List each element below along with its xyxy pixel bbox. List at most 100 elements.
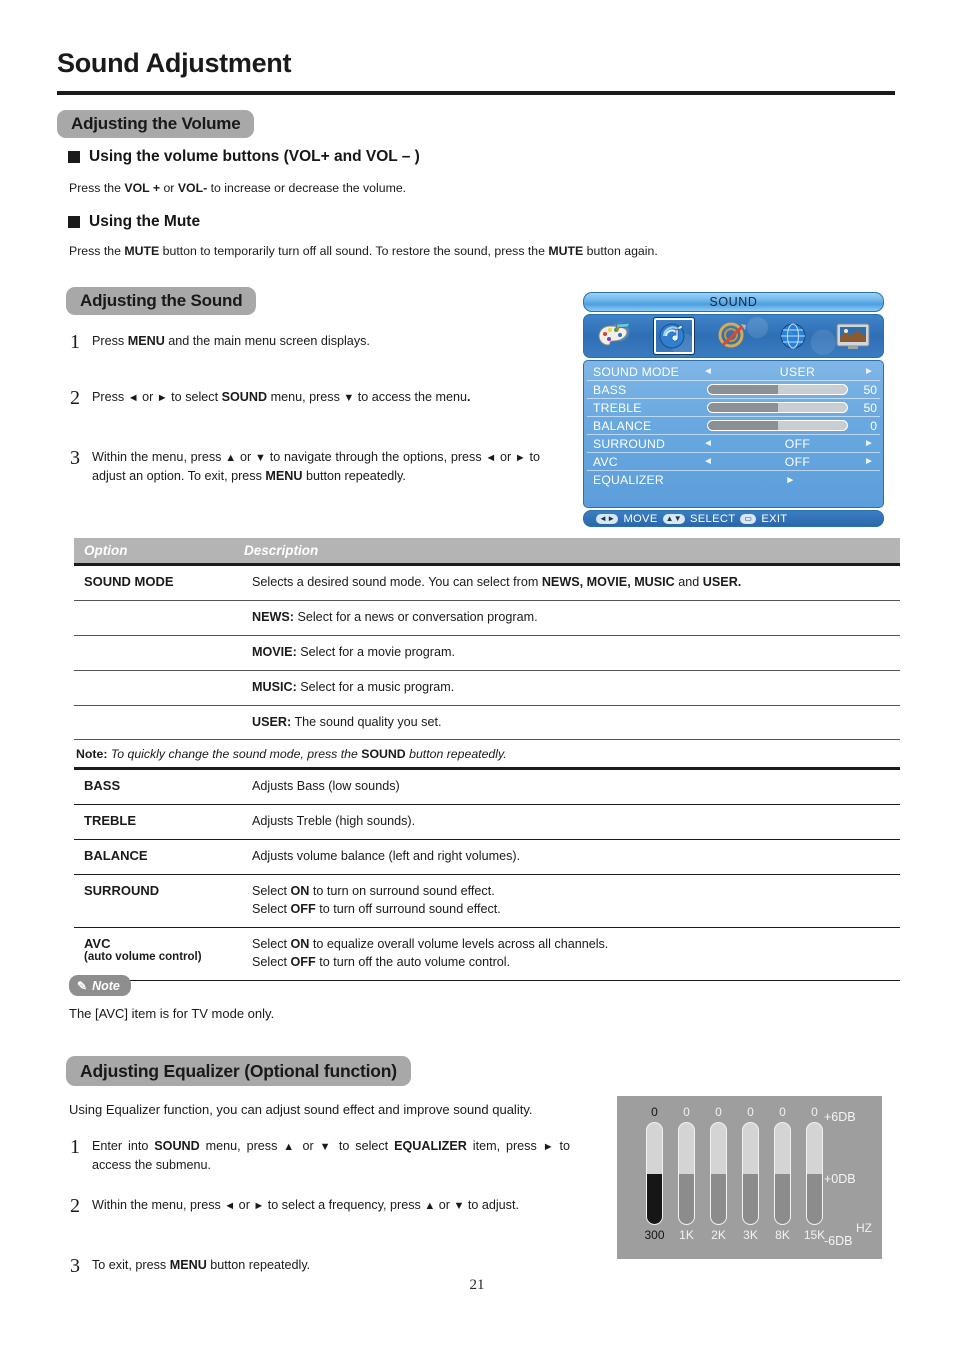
osd-row-value: OFF [784,454,811,469]
text-segment: or [435,1198,454,1212]
text-segment: Press the [69,244,125,258]
square-bullet-icon [68,216,80,228]
description-line: Select OFF to turn off the auto volume c… [252,954,894,972]
table-row: USER: The sound quality you set. [74,706,900,741]
equalizer-band-track[interactable] [646,1122,663,1225]
table-row: MOVIE: Select for a movie program. [74,636,900,671]
osd-row-avc[interactable]: AVC ◄ OFF ► [587,453,880,471]
table-row: TREBLE Adjusts Treble (high sounds). [74,805,900,841]
equalizer-band[interactable]: 0 15K [803,1106,826,1242]
table-cell-option: BASS [84,778,121,794]
text-segment: Within the menu, press [92,1198,225,1212]
equalizer-band-fill [775,1173,790,1224]
arrow-glyph-icon: ► [542,1141,554,1153]
section-header-label: Adjusting Equalizer (Optional function) [80,1060,397,1081]
osd-row-equalizer[interactable]: EQUALIZER ► [587,471,880,489]
equalizer-band-track[interactable] [678,1122,695,1225]
osd-row-label: BASS [593,382,627,397]
equalizer-hz-label: HZ [856,1221,872,1235]
step-item: 3 To exit, press MENU button repeatedly. [70,1256,530,1276]
text-segment: menu, press [267,390,344,404]
osd-slider-track[interactable] [707,402,848,413]
options-table: Option Description SOUND MODE Selects a d… [74,538,900,981]
text-bold: MUTE [124,244,160,258]
equalizer-band[interactable]: 0 8K [773,1106,792,1241]
column-header-option: Option [84,543,128,558]
equalizer-panel: 0 300 0 1K 0 2K 0 3K 0 8K 0 15K +6DB +0DB -6DB HZ [617,1096,882,1259]
osd-row-surround[interactable]: SURROUND ◄ OFF ► [587,435,880,453]
text-segment: Select [252,901,291,916]
subheading-label: Using the Mute [89,213,201,230]
text-bold: NEWS: [252,609,294,624]
osd-row-bass[interactable]: BASS 50 [587,381,880,399]
osd-row-value: 0 [870,418,877,433]
step-text: Enter into SOUND menu, press ▲ or ▼ to s… [92,1137,570,1175]
equalizer-band-track[interactable] [774,1122,791,1225]
title-divider [57,91,895,95]
section-header-adjusting-equalizer: Adjusting Equalizer (Optional function) [66,1056,411,1086]
volume-buttons-paragraph: Press the VOL + or VOL- to increase or d… [69,180,769,197]
step-item: 3 Within the menu, press ▲ or ▼ to naviga… [70,448,540,486]
text-bold: SOUND [154,1139,200,1153]
equalizer-band-frequency: 300 [644,1228,665,1242]
osd-sound-note-icon[interactable] [652,317,695,355]
description-line: Select OFF to turn off surround sound ef… [252,901,894,919]
equalizer-band-fill [647,1173,662,1224]
text-segment: to select a frequency, press [264,1198,425,1212]
text-segment: Adjusts Bass (low sounds) [252,779,400,794]
equalizer-band[interactable]: 0 1K [677,1106,696,1241]
osd-row-balance[interactable]: BALANCE 0 [587,417,880,435]
text-segment: to adjust. [464,1198,519,1212]
equalizer-intro-text: Using Equalizer function, you can adjust… [69,1102,533,1117]
osd-slider-track[interactable] [707,420,848,431]
step-item: 1 Press MENU and the main menu screen dis… [70,332,490,352]
equalizer-band-track[interactable] [710,1122,727,1225]
left-arrow-icon[interactable]: ◄ [701,456,715,467]
osd-row-treble[interactable]: TREBLE 50 [587,399,880,417]
description-line: Adjusts volume balance (left and right v… [252,848,894,866]
step-text: Within the menu, press ◄ or ► to select … [92,1196,519,1215]
section-header-label: Adjusting the Volume [71,114,241,133]
equalizer-band-track[interactable] [806,1122,823,1225]
osd-setup-compass-icon[interactable] [713,318,753,354]
right-arrow-icon[interactable]: ► [862,456,876,467]
right-arrow-icon[interactable]: ► [862,438,876,449]
manual-page: Sound Adjustment Adjusting the Volume Us… [0,0,954,1350]
osd-row-sound-mode[interactable]: SOUND MODE ◄ USER ► [587,363,880,381]
equalizer-band[interactable]: 0 300 [644,1106,665,1242]
page-title: Sound Adjustment [57,48,292,78]
equalizer-band[interactable]: 0 2K [709,1106,728,1241]
text-segment: To exit, press [92,1258,170,1272]
right-arrow-icon[interactable]: ► [862,366,876,377]
osd-screen-tv-icon[interactable] [833,318,873,354]
equalizer-band-value: 0 [683,1105,690,1119]
step-text: Press ◄ or ► to select SOUND menu, press… [92,388,470,407]
equalizer-band-track[interactable] [742,1122,759,1225]
text-segment: Select [252,884,291,898]
equalizer-band-frequency: 15K [803,1228,826,1242]
text-segment: button repeatedly. [206,1258,311,1272]
text-segment: to increase or decrease the volume. [207,181,407,195]
text-segment: to select [167,390,222,404]
osd-globe-icon[interactable] [773,318,813,354]
equalizer-band[interactable]: 0 3K [741,1106,760,1241]
table-row: BALANCE Adjusts volume balance (left and … [74,840,900,875]
osd-slider-track[interactable] [707,384,848,395]
text-segment: Enter into [92,1139,155,1153]
equalizer-band-fill [679,1173,694,1224]
osd-row-label: EQUALIZER [593,473,664,487]
osd-picture-palette-icon[interactable] [594,318,634,354]
table-row: BASS Adjusts Bass (low sounds) [74,770,900,806]
page-number: 21 [469,1277,485,1293]
left-arrow-icon[interactable]: ◄ [701,366,715,377]
osd-row-value: USER [779,364,816,379]
left-arrow-icon[interactable]: ◄ [701,438,715,449]
note-badge-label: Note [92,978,120,993]
table-row: SURROUND Select ON to turn on surround so… [74,875,900,928]
equalizer-band-frequency: 1K [679,1228,694,1242]
osd-select-label: SELECT [690,512,736,525]
step-item: 2 Press ◄ or ► to select SOUND menu, pres… [70,388,530,408]
osd-row-label: BALANCE [593,418,652,433]
submenu-arrow-icon[interactable]: ► [701,475,880,486]
equalizer-db-tick: +6DB [824,1110,856,1124]
